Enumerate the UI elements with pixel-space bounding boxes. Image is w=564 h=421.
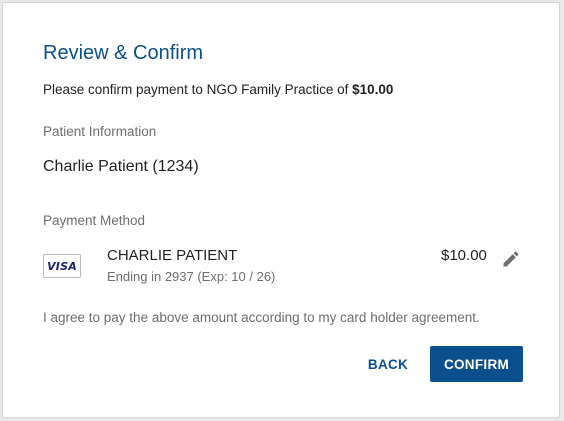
pencil-icon xyxy=(503,251,519,267)
card-brand-label: VISA xyxy=(47,259,77,273)
patient-section-label: Patient Information xyxy=(43,124,157,139)
review-confirm-dialog: Review & Confirm Please confirm payment … xyxy=(2,2,560,418)
back-button[interactable]: BACK xyxy=(359,346,417,382)
agreement-text: I agree to pay the above amount accordin… xyxy=(43,310,480,325)
payment-amount: $10.00 xyxy=(441,247,487,264)
card-holder-name: CHARLIE PATIENT xyxy=(107,247,238,264)
card-detail: Ending in 2937 (Exp: 10 / 26) xyxy=(107,269,276,284)
confirm-amount: $10.00 xyxy=(352,82,394,97)
confirm-button[interactable]: CONFIRM xyxy=(430,346,523,382)
payment-section-label: Payment Method xyxy=(43,213,146,228)
dialog-title: Review & Confirm xyxy=(43,42,204,64)
confirm-message: Please confirm payment to NGO Family Pra… xyxy=(43,81,393,99)
patient-name: Charlie Patient (1234) xyxy=(43,158,199,175)
confirm-message-text: Please confirm payment to NGO Family Pra… xyxy=(43,82,353,97)
visa-card-icon: VISA xyxy=(43,254,81,278)
edit-payment-button[interactable] xyxy=(501,249,521,269)
